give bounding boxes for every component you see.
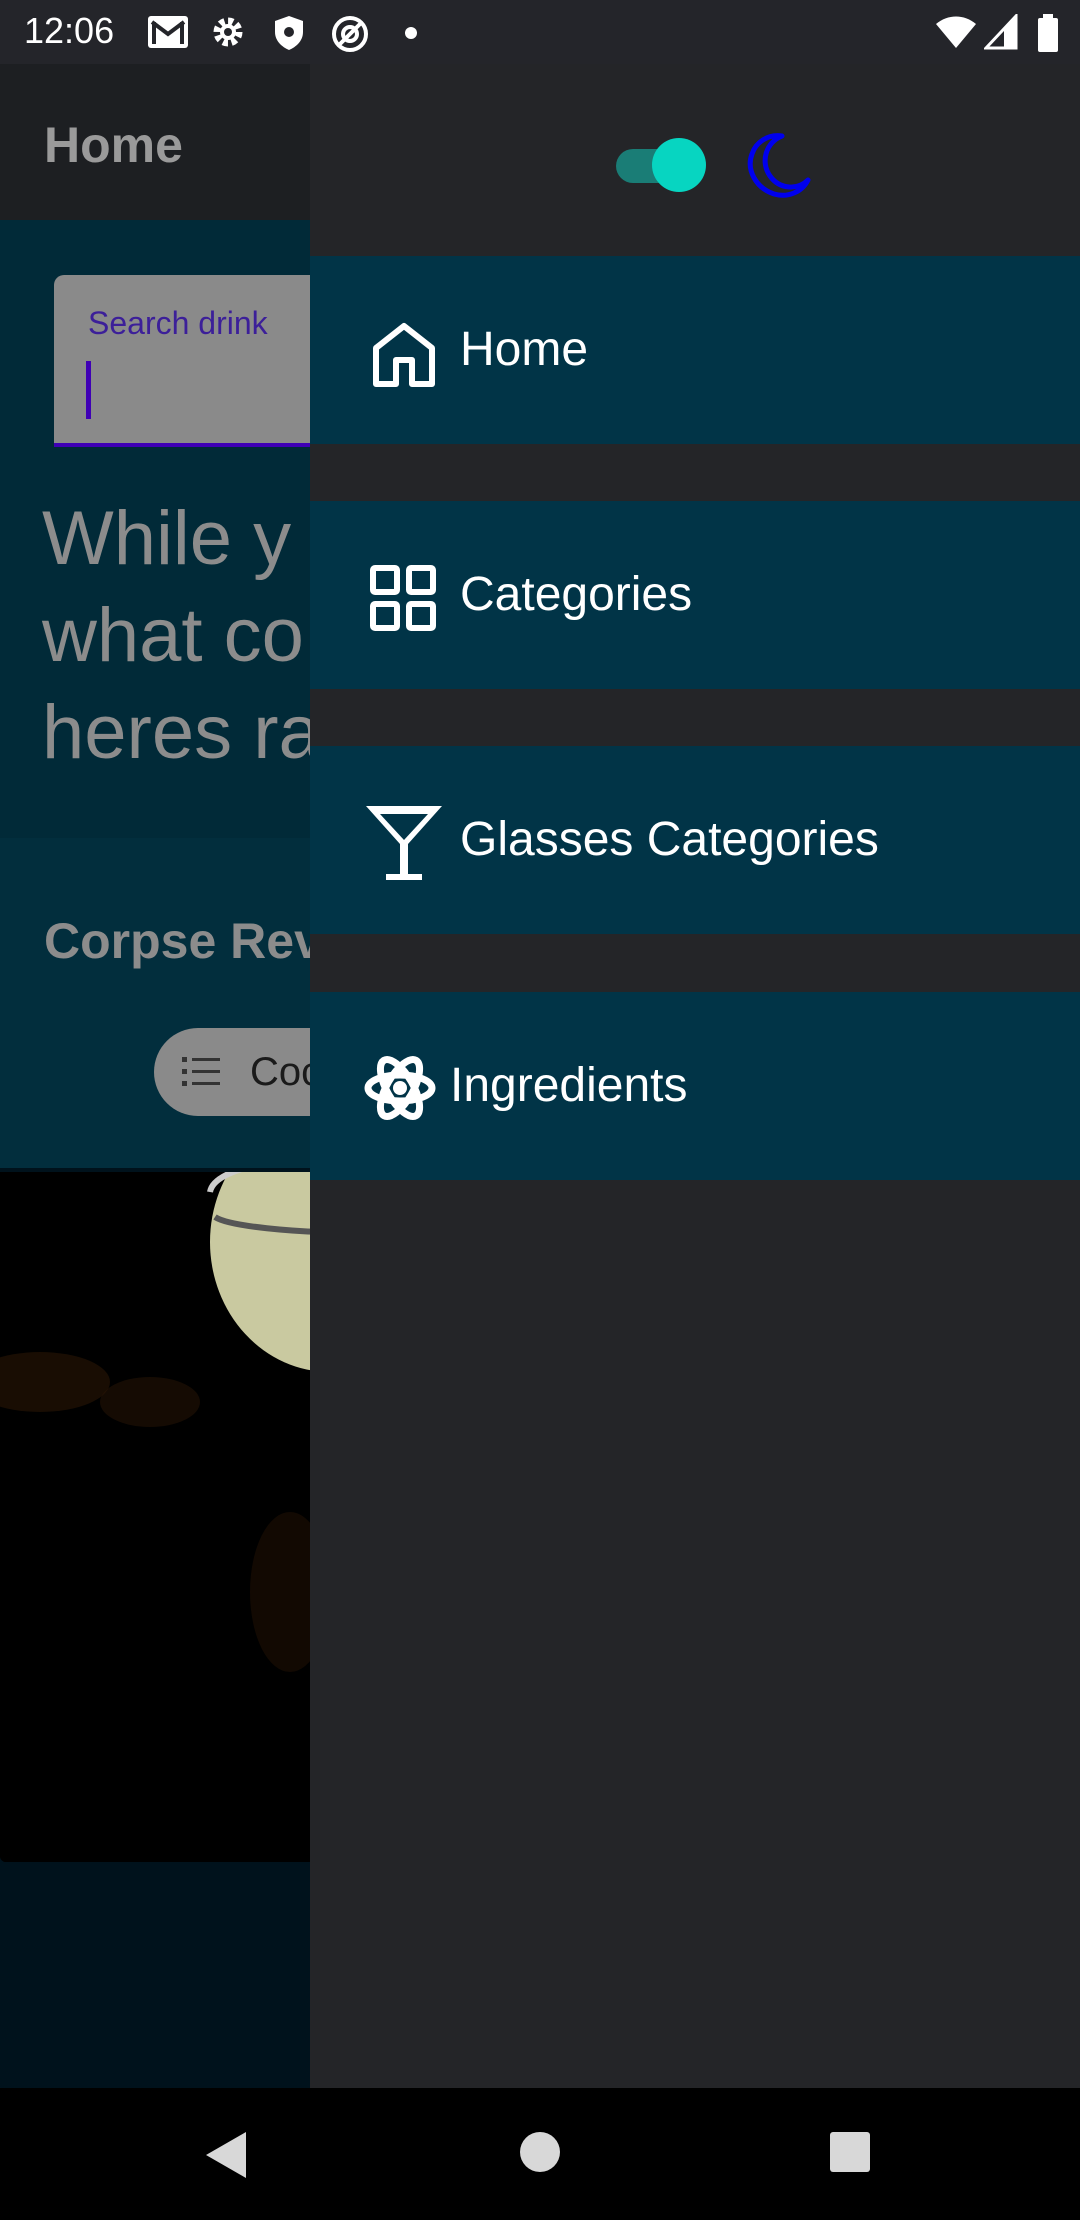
system-nav-bar (0, 2088, 1080, 2220)
grid-icon (368, 563, 440, 635)
drawer-item-categories[interactable]: Categories (310, 501, 1080, 689)
drink-image (0, 1172, 320, 1862)
toggle-thumb (652, 138, 706, 192)
text-cursor (86, 361, 91, 419)
drawer-item-label: Categories (460, 568, 693, 621)
cellular-icon (982, 12, 1018, 55)
atom-icon (362, 1048, 438, 1128)
drawer-item-home[interactable]: Home (310, 256, 1080, 444)
list-icon (180, 1054, 224, 1095)
settings-icon (210, 14, 246, 55)
back-icon[interactable] (202, 2130, 250, 2185)
home-button-icon[interactable] (518, 2130, 562, 2179)
shield-icon (272, 14, 306, 57)
navigation-drawer: Home Categories Glasses Categories Ingre… (310, 64, 1080, 2088)
search-label: Search drink (88, 305, 268, 341)
theme-toggle[interactable] (608, 134, 706, 192)
drawer-header (310, 64, 1080, 256)
battery-icon (1036, 14, 1060, 57)
drawer-item-glasses-categories[interactable]: Glasses Categories (310, 746, 1080, 934)
home-icon (368, 318, 440, 390)
drawer-item-label: Glasses Categories (460, 813, 879, 866)
status-time: 12:06 (24, 10, 115, 51)
drink-title: Corpse Rev (44, 913, 322, 969)
background-page-title: Home (44, 117, 183, 173)
status-bar: 12:06 (0, 0, 1080, 64)
cocktail-glass-icon (364, 802, 444, 882)
drawer-item-label: Home (460, 323, 589, 376)
wifi-icon (934, 14, 978, 55)
drawer-item-ingredients[interactable]: Ingredients (310, 992, 1080, 1180)
gmail-icon (146, 14, 190, 55)
drawer-item-label: Ingredients (450, 1059, 688, 1112)
recents-icon[interactable] (828, 2130, 872, 2179)
vpn-icon (330, 14, 370, 59)
dot-icon (404, 26, 418, 45)
moon-icon (742, 130, 812, 205)
